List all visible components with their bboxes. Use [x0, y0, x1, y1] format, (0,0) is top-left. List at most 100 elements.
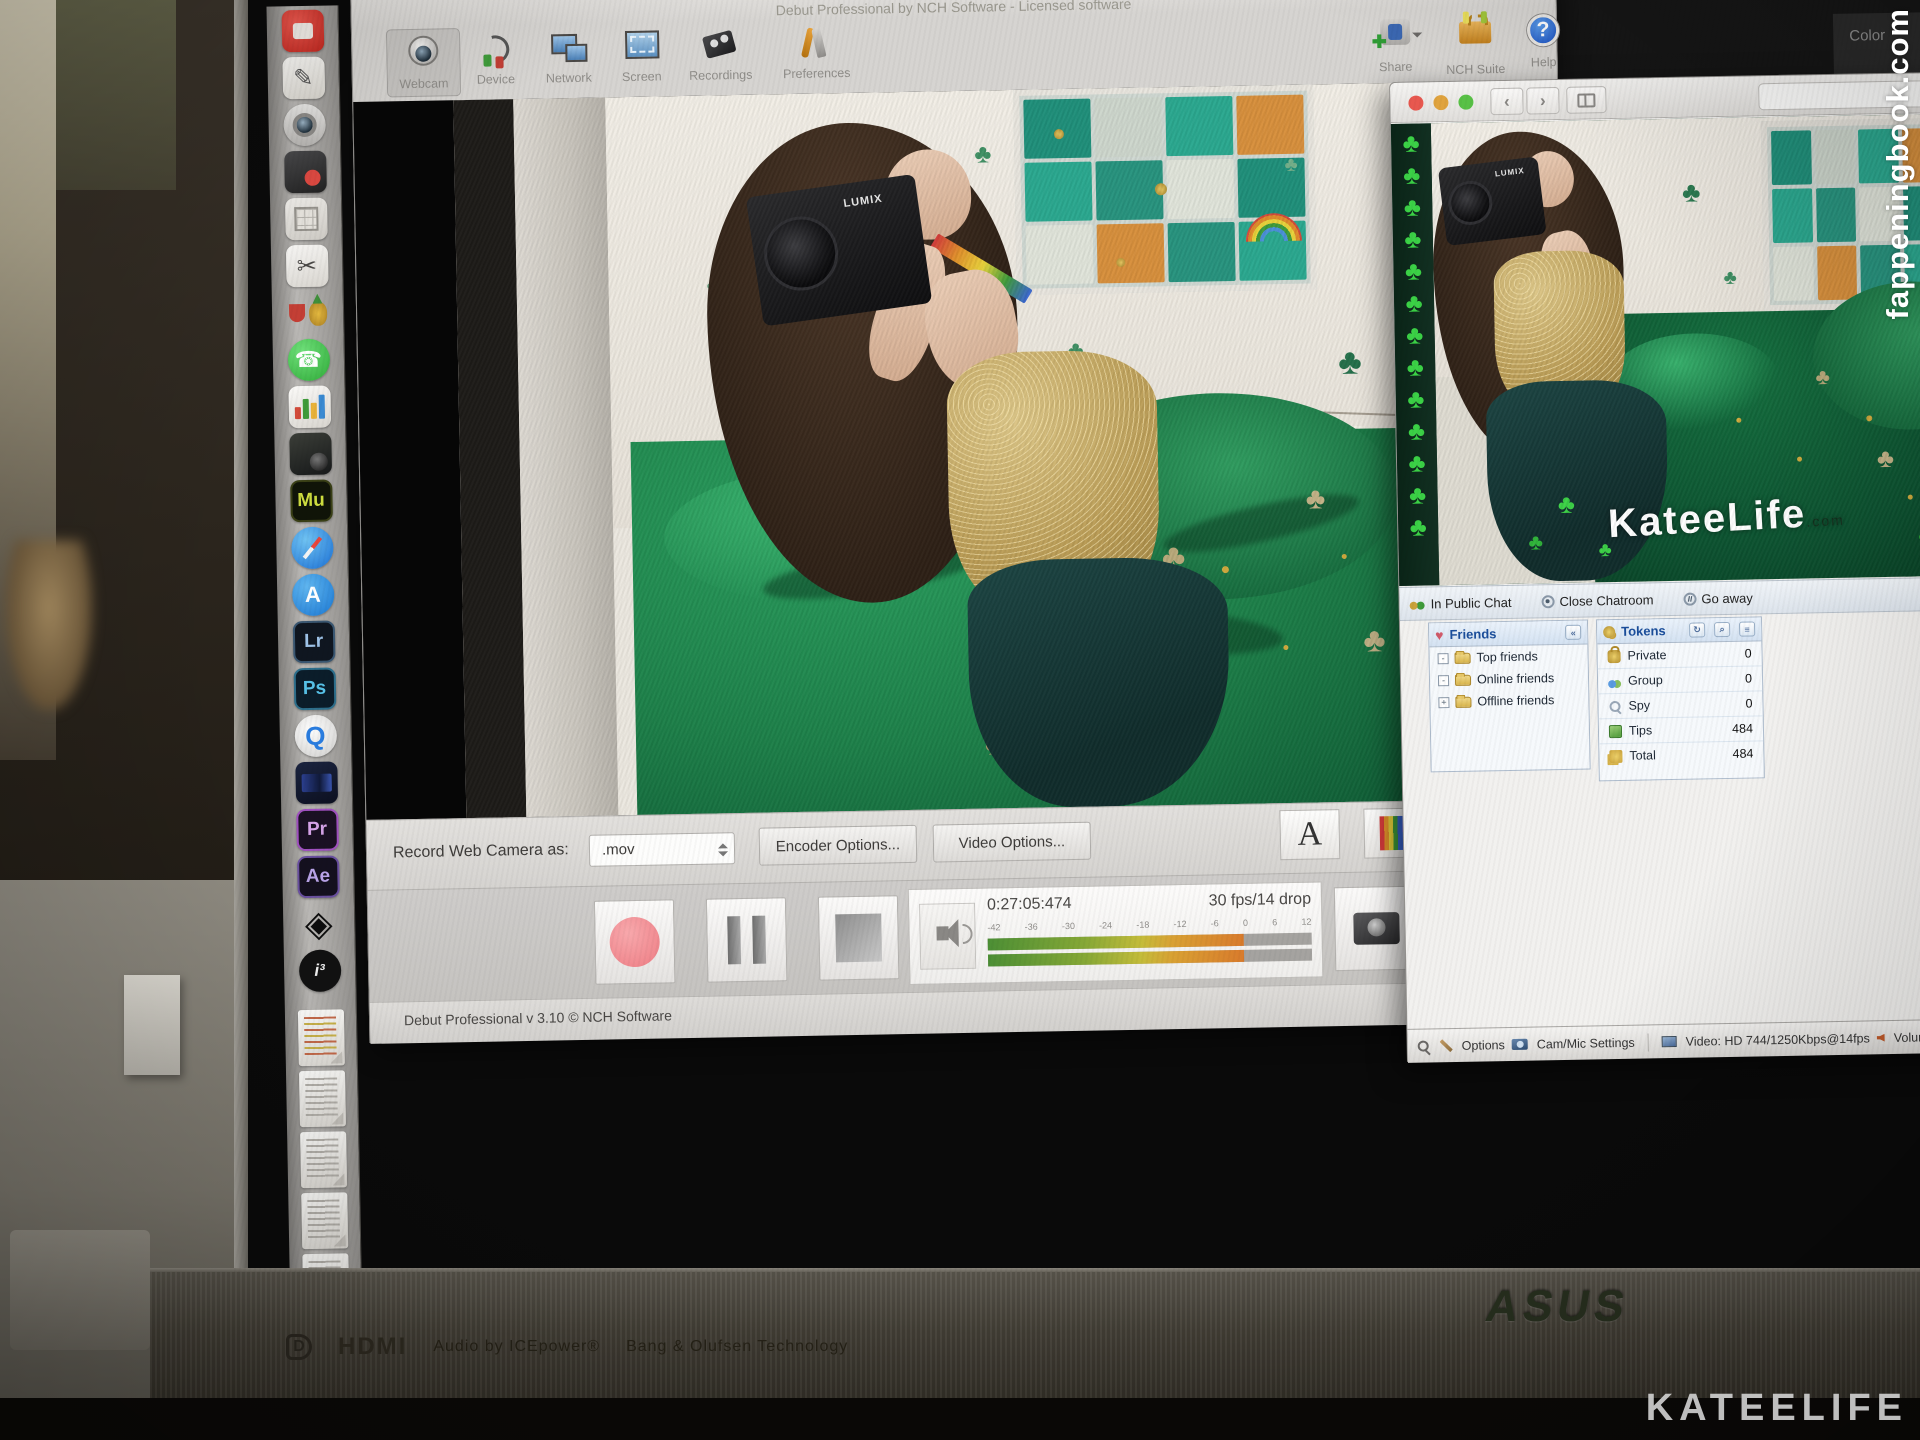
calculator-icon[interactable] — [284, 198, 327, 241]
tiki-app-icon[interactable] — [286, 292, 329, 335]
minimize-window-icon[interactable] — [1433, 95, 1448, 110]
chart-app-icon[interactable] — [288, 386, 331, 429]
friends-item-online[interactable]: - Online friends — [1430, 667, 1588, 692]
bezel-port-labels: D HDMI Audio by ICEpower® Bang & Olufsen… — [286, 1330, 848, 1364]
screen-recorder-icon[interactable] — [284, 151, 327, 194]
options-button[interactable]: Options — [1462, 1038, 1505, 1053]
close-chatroom-button[interactable]: Close Chatroom — [1541, 592, 1653, 609]
app-store-icon[interactable]: A — [291, 573, 334, 616]
document-icon[interactable] — [297, 1009, 344, 1066]
appstore-glyph: A — [305, 582, 321, 608]
mute-button[interactable] — [919, 903, 976, 970]
desk-object — [10, 1230, 150, 1350]
record-dot-icon — [1541, 595, 1554, 608]
video-editor-icon[interactable] — [289, 433, 332, 476]
token-row-private: Private 0 — [1597, 641, 1761, 669]
group-icon — [1608, 674, 1621, 687]
textedit-icon[interactable]: ✎ — [282, 57, 325, 100]
back-button[interactable]: ‹ — [1490, 88, 1523, 116]
media-app-icon[interactable] — [295, 761, 338, 804]
sidebar-toggle-button[interactable] — [1566, 86, 1606, 114]
screenshot-app-icon[interactable]: ✂ — [285, 245, 328, 288]
list-icon[interactable]: ≡ — [1739, 621, 1755, 636]
volume-label[interactable]: Volume — [1894, 1030, 1920, 1045]
tab-network[interactable]: Network — [530, 25, 607, 94]
camera-icon — [1512, 1039, 1528, 1050]
total-coins-icon — [1609, 749, 1622, 762]
encoder-options-button[interactable]: Encoder Options... — [759, 825, 918, 866]
nch-suite-button[interactable]: NCH Suite — [1434, 9, 1517, 78]
i3-glyph: i³ — [314, 961, 325, 981]
i3-app-icon[interactable]: i³ — [298, 949, 341, 992]
search-icon[interactable]: ⌕ — [1714, 622, 1730, 637]
quicktime-icon[interactable]: Q — [294, 714, 337, 757]
webcam-app-icon[interactable] — [283, 104, 326, 147]
public-chat-button[interactable]: In Public Chat — [1409, 594, 1511, 611]
stop-button[interactable] — [818, 895, 900, 980]
clover-chain: ♣♣♣♣♣♣♣♣♣♣♣♣♣ — [1391, 123, 1439, 586]
friends-title: Friends — [1449, 626, 1496, 642]
tab-device[interactable]: Device — [464, 27, 527, 96]
tokens-panel: Tokens ↻ ⌕ ≡ Private 0 Group 0 Sp — [1596, 616, 1765, 781]
video-monitor-icon — [1662, 1036, 1677, 1047]
screen-content-clip: Color ✎ ✂ ☎ Mu A Lr Ps Q Pr Ae ◈ i³ — [234, 0, 1920, 1272]
text-overlay-button[interactable]: A — [1279, 809, 1340, 860]
whatsapp-icon[interactable]: ☎ — [287, 339, 330, 382]
premiere-glyph: Pr — [307, 819, 327, 841]
stop-icon — [835, 914, 882, 963]
video-options-button[interactable]: Video Options... — [933, 822, 1092, 863]
tab-screen[interactable]: Screen — [610, 24, 673, 93]
khaki-shamrock-icon — [1815, 366, 1830, 388]
tree-toggle-icon[interactable]: - — [1438, 675, 1449, 686]
tokens-title: Tokens — [1621, 623, 1666, 639]
tab-recordings[interactable]: Recordings — [676, 23, 765, 93]
close-window-icon[interactable] — [1408, 95, 1423, 110]
document-icon[interactable] — [298, 1070, 345, 1127]
pause-button[interactable] — [706, 897, 788, 982]
bright-clover-icon — [1558, 491, 1576, 517]
folder-icon — [1455, 652, 1471, 663]
tokens-panel-header[interactable]: Tokens ↻ ⌕ ≡ — [1597, 617, 1761, 644]
unity-glyph: ◈ — [305, 903, 333, 946]
document-icon[interactable] — [301, 1192, 348, 1249]
collapse-icon[interactable]: « — [1565, 625, 1581, 640]
document-icon[interactable] — [300, 1131, 347, 1188]
adobe-muse-icon[interactable]: Mu — [290, 480, 333, 523]
format-select[interactable]: .mov — [589, 832, 736, 867]
stepper-arrows-icon[interactable] — [718, 838, 728, 861]
wall-shadow — [56, 0, 176, 190]
token-value: 484 — [1732, 722, 1753, 736]
tree-toggle-icon[interactable]: - — [1438, 653, 1449, 664]
token-row-group: Group 0 — [1598, 666, 1762, 694]
record-button[interactable] — [594, 899, 676, 984]
photoshop-icon[interactable]: Ps — [293, 667, 336, 710]
gold-confetti — [1283, 645, 1288, 650]
friends-panel-header[interactable]: ♥ Friends « — [1429, 621, 1587, 648]
lightroom-icon[interactable]: Lr — [292, 620, 335, 663]
unity-icon[interactable]: ◈ — [297, 902, 340, 945]
refresh-icon[interactable]: ↻ — [1689, 622, 1705, 637]
safari-icon[interactable] — [291, 526, 334, 569]
magnifier-icon[interactable] — [1418, 1041, 1429, 1052]
red-camera-app-icon[interactable] — [281, 10, 324, 53]
cam-mic-settings-button[interactable]: Cam/Mic Settings — [1537, 1035, 1635, 1051]
tab-webcam[interactable]: Webcam — [386, 28, 461, 97]
tree-toggle-icon[interactable]: + — [1438, 697, 1449, 708]
zoom-window-icon[interactable] — [1458, 95, 1473, 110]
webcam-preview: ♣ ♣ ♣ ♣ ♣ ♣ ♣ — [353, 80, 1572, 820]
share-button[interactable]: Share — [1360, 10, 1431, 79]
khaki-shamrock-icon — [1877, 445, 1895, 471]
hdmi-logo: HDMI — [338, 1333, 407, 1361]
spy-icon — [1608, 699, 1621, 712]
friends-item-offline[interactable]: + Offline friends — [1430, 689, 1588, 714]
record-timestamp: 0:27:05:474 — [987, 895, 1072, 915]
tab-webcam-label: Webcam — [388, 76, 460, 91]
friends-item-top[interactable]: - Top friends — [1429, 645, 1587, 670]
go-away-button[interactable]: II Go away — [1683, 590, 1753, 606]
premiere-icon[interactable]: Pr — [296, 808, 339, 851]
help-button[interactable]: ? Help — [1520, 8, 1567, 77]
after-effects-icon[interactable]: Ae — [297, 855, 340, 898]
lightroom-glyph: Lr — [304, 631, 323, 653]
forward-button[interactable]: › — [1526, 87, 1559, 115]
tab-preferences[interactable]: Preferences — [768, 21, 865, 91]
